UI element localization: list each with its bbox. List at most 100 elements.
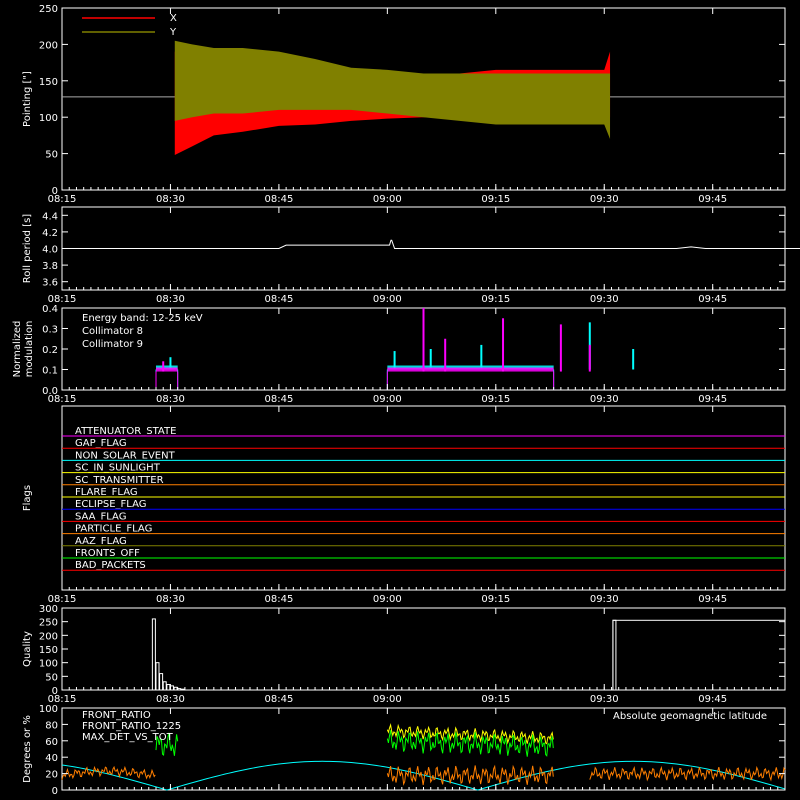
modulation-xtick-label: 09:30 [590,394,619,405]
pointing-legend-label: X [170,13,177,24]
roll-ytick-label: 4.2 [42,228,58,239]
roll-xtick-label: 09:00 [373,294,402,305]
roll-series-line [62,239,800,249]
modulation-xtick-label: 08:15 [48,394,77,405]
fronts-ytick-label: 20 [45,770,58,781]
roll-ylabel: Roll period [s] [22,214,33,283]
modulation-energy-band: Energy band: 12-25 keV [82,313,203,324]
modulation-legend-label: Collimator 9 [82,339,143,350]
pointing-xtick-label: 08:30 [156,194,185,205]
modulation-ytick-label: 0.3 [42,325,58,336]
pointing-xtick-label: 09:45 [698,194,727,205]
modulation-ylabel: Normalized [12,321,23,378]
flag-label: BAD_PACKETS [75,560,146,571]
modulation-ytick-label: 0.4 [42,304,58,315]
flags-xtick-label: 09:00 [373,594,402,605]
quality-bar [151,618,156,691]
roll-ytick-label: 4.4 [42,211,58,222]
roll-ytick-label: 4.0 [42,245,58,256]
flags-xtick-label: 08:30 [156,594,185,605]
modulation-band-collimator-9 [387,367,554,372]
pointing-ytick-label: 150 [39,77,58,88]
flag-label: PARTICLE_FLAG [75,524,152,535]
fronts-ytick-label: 80 [45,720,58,731]
modulation-legend-label: Collimator 8 [82,326,143,337]
pointing-xtick-label: 09:15 [481,194,510,205]
figure-canvas: XY 0 50 100 150 200 250 Pointing ["] 08:15 08:30 0… [12,4,800,797]
quality-ytick-label: 50 [45,672,58,683]
pointing-xtick-label: 09:00 [373,194,402,205]
flag-label: FRONTS_OFF [75,548,140,559]
flag-label: ATTENUATOR_STATE [75,426,176,437]
fronts-series-front-ratio [386,723,554,745]
quality-xtick-label: 08:30 [156,694,185,705]
modulation-xtick-label: 09:00 [373,394,402,405]
modulation-xtick-label: 09:15 [481,394,510,405]
flag-label: AAZ_FLAG [75,536,127,547]
flags-xtick-label: 09:30 [590,594,619,605]
fronts-series-max-det [386,764,554,786]
roll-ytick-label: 3.6 [42,278,58,289]
pointing-ylabel: Pointing ["] [22,71,33,127]
quality-xtick-label: 09:00 [373,694,402,705]
fronts-series-max-det [61,765,156,780]
pointing-ytick-label: 250 [39,4,58,15]
fronts-series-front-ratio-1225 [386,730,554,757]
flags-ylabel: Flags [22,485,33,511]
fronts-series-max-det [589,765,786,782]
quality-bar [166,684,171,691]
quality-xtick-label: 09:30 [590,694,619,705]
roll-xtick-label: 09:30 [590,294,619,305]
roll-ytick-label: 3.8 [42,261,58,272]
flag-label: SAA_FLAG [75,511,126,522]
modulation-ytick-label: 0.1 [42,366,58,377]
modulation-xtick-label: 09:45 [698,394,727,405]
fronts-ytick-label: 100 [39,704,58,715]
quality-bar [155,662,160,691]
modulation-ylabel: modulation [24,321,35,378]
flag-label: NON_SOLAR_EVENT [75,450,176,461]
fronts-ylabel: Degrees or % [22,715,33,783]
roll-xtick-label: 08:30 [156,294,185,305]
flags-xtick-label: 09:15 [481,594,510,605]
flag-label: ECLIPSE_FLAG [75,499,146,510]
quality-bar [180,688,185,691]
roll-xtick-label: 09:45 [698,294,727,305]
pointing-xtick-label: 08:45 [264,194,293,205]
modulation-ytick-label: 0.2 [42,345,58,356]
rhessi-quicklook-figure: X Y 0 50 100 150 200 250 Pointing ["] 08:15 08:30 0… [0,0,800,800]
flag-label: SC_IN_SUNLIGHT [75,463,161,474]
flag-label: FLARE_FLAG [75,487,138,498]
quality-xtick-label: 09:45 [698,694,727,705]
quality-ytick-label: 150 [39,645,58,656]
flag-label: GAP_FLAG [75,438,127,449]
pointing-ytick-label: 200 [39,40,58,51]
roll-xtick-label: 09:15 [481,294,510,305]
fronts-ytick-label: 0 [52,786,58,797]
fronts-latitude-label: Absolute geomagnetic latitude [613,711,767,722]
flag-label: SC_TRANSMITTER [75,475,164,486]
quality-xtick-label: 08:45 [264,694,293,705]
quality-ylabel: Quality [22,631,33,667]
roll-xtick-label: 08:45 [264,294,293,305]
fronts-ytick-label: 40 [45,753,58,764]
quality-xtick-label: 09:15 [481,694,510,705]
quality-ytick-label: 300 [39,604,58,615]
quality-ytick-label: 250 [39,618,58,629]
pointing-xtick-label: 09:30 [590,194,619,205]
pointing-ytick-label: 50 [45,150,58,161]
fronts-legend-label: MAX_DET_VS_TOT [82,732,174,743]
quality-bar [173,686,178,691]
fronts-legend-label: FRONT_RATIO [82,710,151,721]
fronts-legend-label: FRONT_RATIO_1225 [82,721,181,732]
modulation-xtick-label: 08:45 [264,394,293,405]
pointing-xtick-label: 08:15 [48,194,77,205]
modulation-xtick-label: 08:30 [156,394,185,405]
pointing-ytick-label: 100 [39,113,58,124]
pointing-legend-label: Y [169,27,177,38]
quality-bar [159,673,164,691]
quality-bar [612,619,786,691]
quality-ytick-label: 100 [39,659,58,670]
quality-ytick-label: 200 [39,631,58,642]
flags-xtick-label: 08:45 [264,594,293,605]
